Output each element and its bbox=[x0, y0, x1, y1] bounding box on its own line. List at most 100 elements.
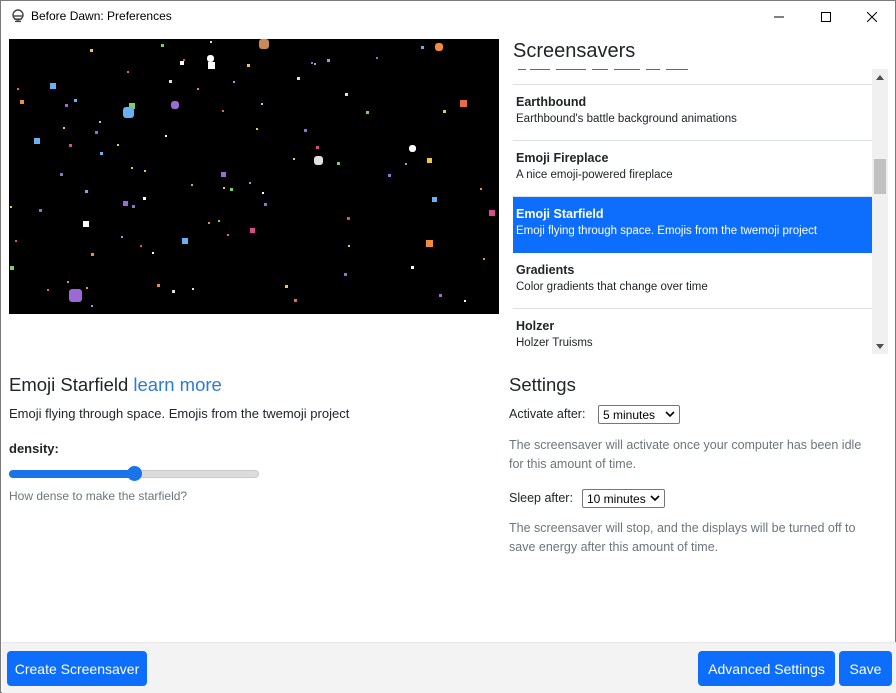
chevron-down-icon bbox=[665, 411, 675, 418]
star-emoji bbox=[100, 152, 103, 155]
star-emoji bbox=[172, 290, 175, 293]
star-emoji bbox=[197, 88, 199, 90]
star-emoji bbox=[131, 167, 133, 169]
star-emoji bbox=[261, 103, 263, 105]
star-emoji bbox=[443, 110, 446, 113]
star-emoji bbox=[285, 285, 288, 288]
star-emoji bbox=[161, 44, 164, 47]
star-emoji bbox=[311, 62, 313, 64]
star-emoji bbox=[17, 88, 19, 90]
partial-text-glyphs bbox=[518, 69, 688, 70]
screensaver-title: Emoji Starfield learn more bbox=[9, 374, 222, 396]
screensaver-list[interactable]: Earthbound Earthbound's battle backgroun… bbox=[513, 69, 888, 354]
star-emoji bbox=[69, 289, 82, 302]
density-slider[interactable] bbox=[9, 465, 259, 483]
slider-fill bbox=[9, 470, 134, 478]
star-emoji bbox=[91, 253, 94, 256]
star-emoji bbox=[65, 104, 68, 107]
title-bar: Before Dawn: Preferences bbox=[1, 1, 895, 32]
star-emoji bbox=[191, 184, 193, 186]
star-emoji bbox=[171, 101, 179, 109]
star-emoji bbox=[227, 234, 229, 236]
star-emoji bbox=[123, 201, 128, 206]
close-button[interactable] bbox=[849, 1, 895, 32]
scroll-down-button[interactable] bbox=[872, 338, 888, 354]
star-emoji bbox=[117, 144, 119, 146]
star-emoji bbox=[314, 156, 323, 165]
density-help: How dense to make the starfield? bbox=[9, 489, 188, 503]
star-emoji bbox=[10, 206, 12, 208]
create-screensaver-button[interactable]: Create Screensaver bbox=[7, 651, 147, 686]
star-emoji bbox=[165, 135, 167, 137]
sleep-value: 10 minutes bbox=[587, 492, 646, 506]
star-emoji bbox=[210, 41, 212, 43]
star-emoji bbox=[345, 93, 348, 96]
star-emoji bbox=[69, 144, 72, 147]
list-item-description: A nice emoji-powered fireplace bbox=[516, 169, 673, 181]
save-button[interactable]: Save bbox=[839, 651, 892, 686]
list-scrollbar[interactable] bbox=[872, 69, 888, 354]
star-emoji bbox=[297, 77, 300, 80]
activate-select[interactable]: 5 minutes bbox=[598, 405, 680, 424]
star-emoji bbox=[347, 217, 350, 220]
starfield-canvas bbox=[10, 39, 495, 307]
settings-heading: Settings bbox=[509, 374, 576, 395]
star-emoji bbox=[376, 57, 378, 59]
star-emoji bbox=[439, 294, 442, 297]
list-item-earthbound[interactable]: Earthbound Earthbound's battle backgroun… bbox=[513, 85, 872, 141]
star-emoji bbox=[221, 172, 226, 177]
preferences-window: Before Dawn: Preferences Screensavers Ea… bbox=[0, 0, 896, 693]
star-emoji bbox=[91, 305, 93, 307]
star-emoji bbox=[250, 228, 255, 233]
star-emoji bbox=[344, 273, 347, 276]
star-emoji bbox=[67, 281, 69, 283]
scrollbar-thumb[interactable] bbox=[874, 159, 886, 194]
star-emoji bbox=[192, 288, 194, 290]
star-emoji bbox=[95, 131, 98, 134]
star-emoji bbox=[34, 138, 40, 144]
maximize-icon bbox=[821, 11, 831, 22]
star-emoji bbox=[15, 240, 17, 242]
star-emoji bbox=[74, 99, 77, 102]
list-item-description: Color gradients that change over time bbox=[516, 281, 708, 293]
slider-thumb[interactable] bbox=[126, 466, 142, 481]
app-icon bbox=[11, 9, 25, 23]
star-emoji bbox=[409, 145, 416, 152]
minimize-button[interactable] bbox=[756, 1, 802, 32]
maximize-button[interactable] bbox=[803, 1, 849, 32]
star-emoji bbox=[86, 287, 88, 289]
star-emoji bbox=[85, 190, 88, 193]
screensavers-heading: Screensavers bbox=[513, 40, 636, 62]
screensaver-description: Emoji flying through space. Emojis from … bbox=[9, 406, 350, 421]
scroll-up-button[interactable] bbox=[872, 69, 888, 85]
chevron-up-icon bbox=[876, 74, 884, 80]
star-emoji bbox=[63, 127, 65, 129]
star-emoji bbox=[366, 111, 369, 114]
activate-label: Activate after: bbox=[509, 407, 586, 421]
star-emoji bbox=[169, 80, 172, 83]
list-item-emoji-starfield[interactable]: Emoji Starfield Emoji flying through spa… bbox=[513, 197, 872, 253]
learn-more-link[interactable]: learn more bbox=[133, 374, 221, 395]
star-emoji bbox=[264, 203, 267, 206]
sleep-label: Sleep after: bbox=[509, 491, 573, 505]
star-emoji bbox=[247, 64, 250, 67]
star-emoji bbox=[218, 220, 220, 222]
star-emoji bbox=[405, 163, 407, 165]
star-emoji bbox=[20, 100, 24, 104]
star-emoji bbox=[132, 205, 135, 208]
list-item-partial[interactable] bbox=[513, 69, 872, 85]
advanced-settings-button[interactable]: Advanced Settings bbox=[698, 651, 835, 686]
star-emoji bbox=[480, 188, 482, 190]
sleep-help: The screensaver will stop, and the displ… bbox=[509, 521, 856, 554]
list-item-emoji-fireplace[interactable]: Emoji Fireplace A nice emoji-powered fir… bbox=[513, 141, 872, 197]
list-item-gradients[interactable]: Gradients Color gradients that change ov… bbox=[513, 253, 872, 309]
sleep-select[interactable]: 10 minutes bbox=[582, 489, 665, 508]
list-item-holzer[interactable]: Holzer Holzer Truisms bbox=[513, 309, 872, 354]
list-item-description: Earthbound's battle background animation… bbox=[516, 113, 737, 125]
list-item-description: Holzer Truisms bbox=[516, 337, 593, 349]
star-emoji bbox=[233, 81, 235, 83]
activate-value: 5 minutes bbox=[603, 408, 656, 422]
star-emoji bbox=[293, 158, 295, 160]
star-emoji bbox=[83, 221, 89, 227]
star-emoji bbox=[294, 299, 297, 302]
